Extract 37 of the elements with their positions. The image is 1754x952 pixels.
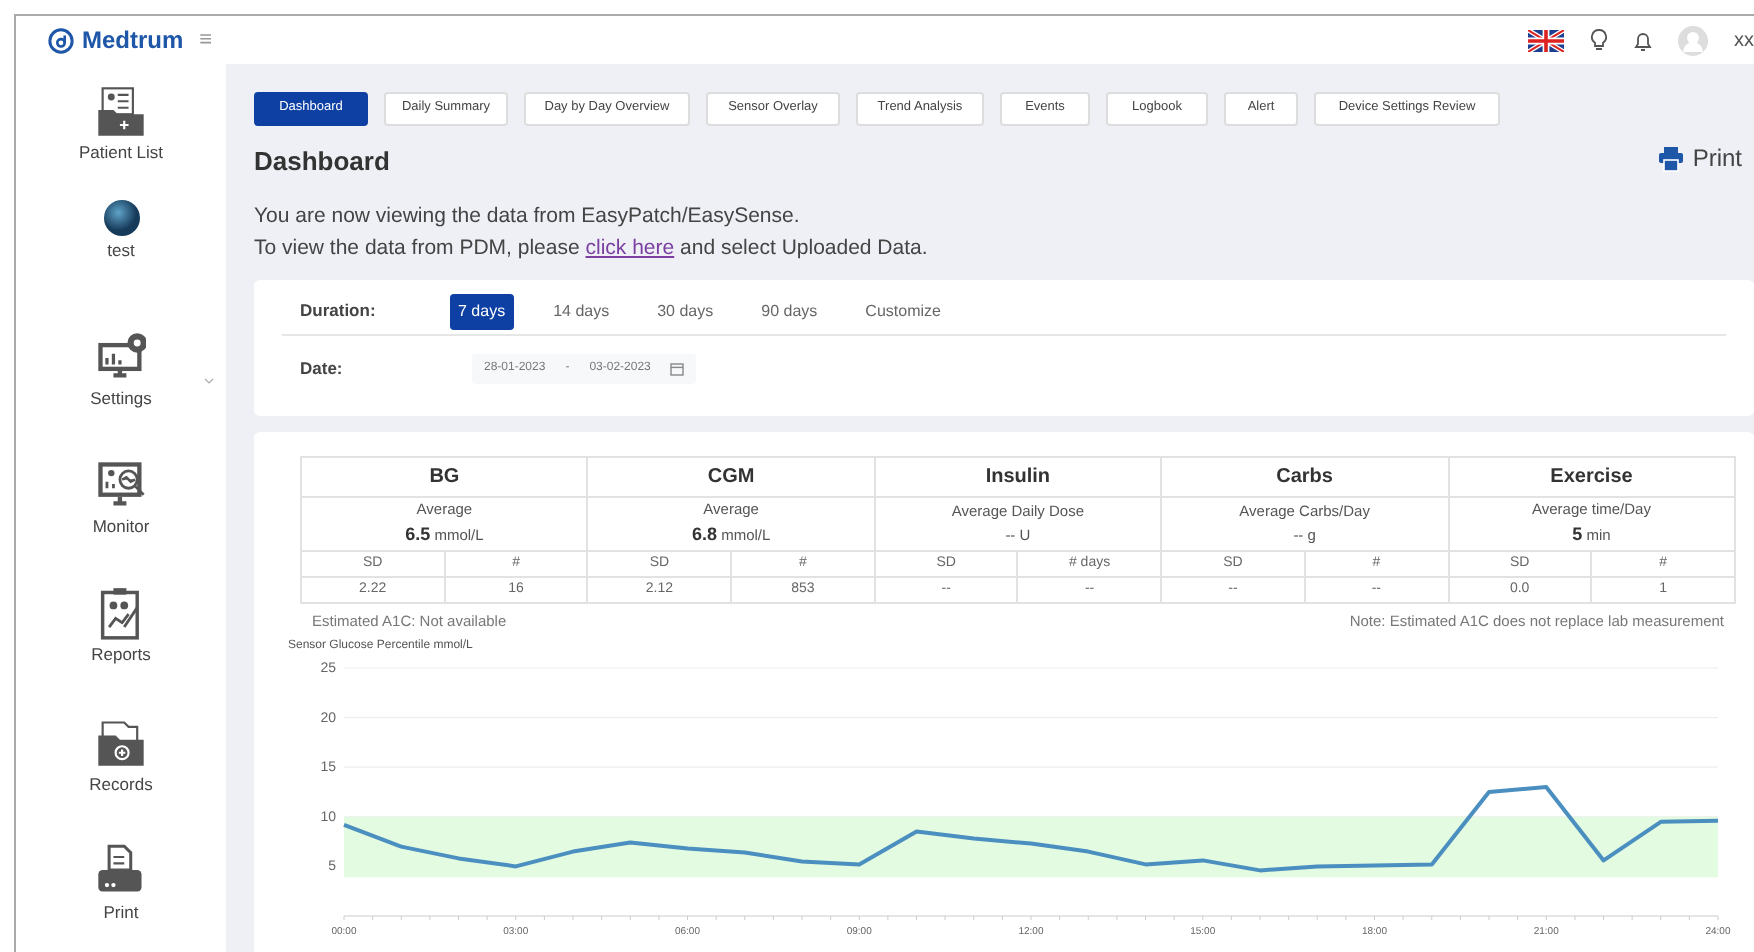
folder-plus-icon[interactable] bbox=[96, 715, 146, 770]
avatar-picture[interactable] bbox=[103, 200, 139, 237]
sidebar-label[interactable]: Settings bbox=[90, 389, 152, 407]
calendar-icon bbox=[670, 361, 685, 376]
duration-option[interactable]: 14 days bbox=[545, 293, 618, 330]
flag-icon[interactable] bbox=[1528, 29, 1564, 51]
sidebar-label[interactable]: test bbox=[107, 242, 135, 260]
sidebar-label[interactable]: Monitor bbox=[92, 518, 150, 536]
duration-option[interactable]: Customize bbox=[857, 293, 949, 330]
user-name[interactable]: xx bbox=[1734, 25, 1754, 55]
sidebar-label[interactable]: Patient List bbox=[78, 144, 164, 161]
column-header: Carbs bbox=[1161, 457, 1448, 498]
logo-icon bbox=[48, 27, 74, 53]
sidebar-label[interactable]: Print bbox=[103, 903, 139, 921]
duration-option[interactable]: 7 days bbox=[450, 293, 514, 330]
sidebar-label[interactable]: Records bbox=[89, 775, 153, 793]
column-header: Exercise bbox=[1448, 457, 1735, 498]
click-here-link[interactable]: click here bbox=[585, 236, 675, 261]
info-text: To view the data from PDM, please click here and select Uploaded Data. bbox=[254, 234, 930, 265]
bell-icon[interactable] bbox=[1634, 29, 1652, 51]
duration-option[interactable]: 30 days bbox=[649, 293, 722, 330]
printer-icon[interactable] bbox=[96, 843, 146, 898]
brand-name: Medtrum bbox=[82, 24, 184, 58]
info-text: You are now viewing the data from EasyPatch/EasySense. bbox=[254, 202, 802, 233]
column-header: BG bbox=[301, 457, 588, 498]
duration-option[interactable]: 90 days bbox=[753, 293, 826, 330]
page-title: Dashboard bbox=[254, 145, 390, 177]
column-header: Insulin bbox=[874, 457, 1162, 498]
date-label: Date: bbox=[298, 355, 345, 381]
print-button[interactable]: Print bbox=[1658, 140, 1742, 177]
duration-label: Duration: bbox=[298, 298, 378, 324]
lightbulb-icon[interactable] bbox=[1590, 28, 1608, 52]
monitor-gear-icon[interactable] bbox=[96, 329, 146, 384]
patient-folder-icon[interactable] bbox=[96, 84, 146, 138]
column-header: CGM bbox=[587, 457, 875, 498]
sidebar-label[interactable]: Reports bbox=[91, 646, 151, 664]
printer-icon bbox=[1658, 145, 1685, 172]
